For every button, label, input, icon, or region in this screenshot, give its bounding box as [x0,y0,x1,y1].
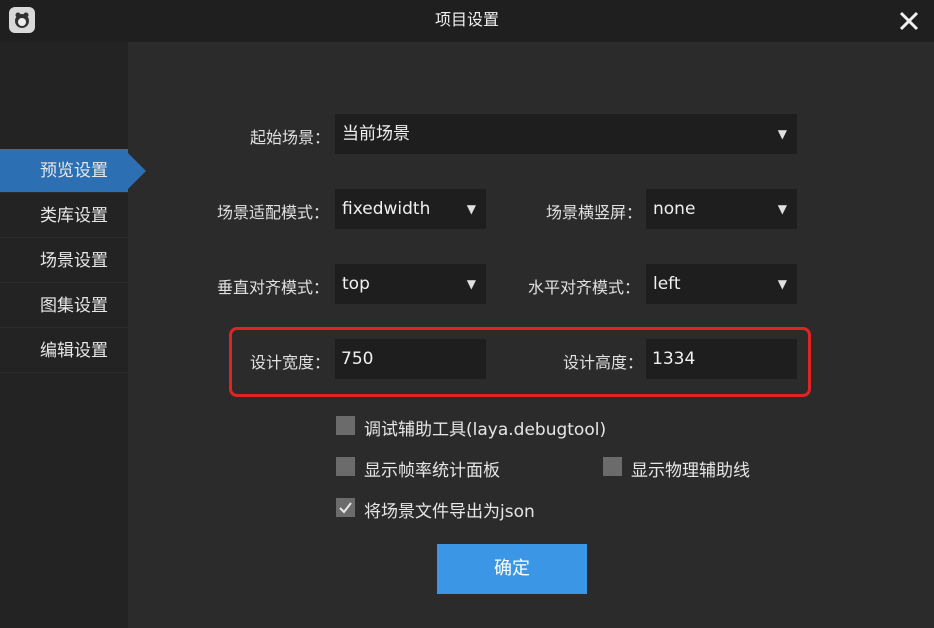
start-scene-select[interactable]: 当前场景 ▼ [335,114,797,154]
scale-mode-label: 场景适配模式： [217,203,330,222]
confirm-button[interactable]: 确定 [437,544,587,594]
fps-panel-label: 显示帧率统计面板 [364,461,500,481]
window-title: 项目设置 [434,10,499,29]
sidebar-item-atlas[interactable]: 图集设置 [0,284,128,328]
debugtool-checkbox[interactable] [336,416,355,435]
export-json-checkbox[interactable] [336,498,355,517]
scale-mode-select[interactable]: fixedwidth ▼ [335,189,486,229]
valign-label: 垂直对齐模式： [217,278,330,297]
halign-value: left [653,274,681,294]
sidebar-item-library[interactable]: 类库设置 [0,194,128,238]
halign-label: 水平对齐模式： [528,278,641,297]
valign-select[interactable]: top ▼ [335,264,486,304]
close-icon[interactable] [894,6,924,36]
halign-select[interactable]: left ▼ [646,264,797,304]
active-item-pointer [128,153,146,189]
title-bar: 项目设置 [0,0,934,42]
export-json-label: 将场景文件导出为json [364,502,535,522]
fps-panel-checkbox[interactable] [336,457,355,476]
sidebar-item-editor[interactable]: 编辑设置 [0,329,128,373]
scale-mode-value: fixedwidth [342,199,431,219]
valign-value: top [342,274,370,294]
debugtool-label: 调试辅助工具(laya.debugtool) [364,420,607,440]
screen-mode-select[interactable]: none ▼ [646,189,797,229]
design-width-label: 设计宽度： [250,353,331,372]
screen-mode-value: none [653,199,696,219]
chevron-down-icon: ▼ [466,277,476,291]
start-scene-value: 当前场景 [342,124,410,144]
chevron-down-icon: ▼ [777,127,787,141]
start-scene-label: 起始场景： [250,128,331,147]
checkmark-icon [339,502,352,514]
design-height-label: 设计高度： [563,353,644,372]
sidebar-item-scene[interactable]: 场景设置 [0,239,128,283]
chevron-down-icon: ▼ [777,202,787,216]
chevron-down-icon: ▼ [777,277,787,291]
screen-mode-label: 场景横竖屏： [546,203,643,222]
design-width-input[interactable]: 750 [335,339,486,379]
chevron-down-icon: ▼ [466,202,476,216]
sidebar-item-preview[interactable]: 预览设置 [0,149,128,193]
design-height-input[interactable]: 1334 [646,339,797,379]
physics-lines-label: 显示物理辅助线 [631,461,750,481]
sidebar: 预览设置 类库设置 场景设置 图集设置 编辑设置 [0,42,128,628]
physics-lines-checkbox[interactable] [603,457,622,476]
